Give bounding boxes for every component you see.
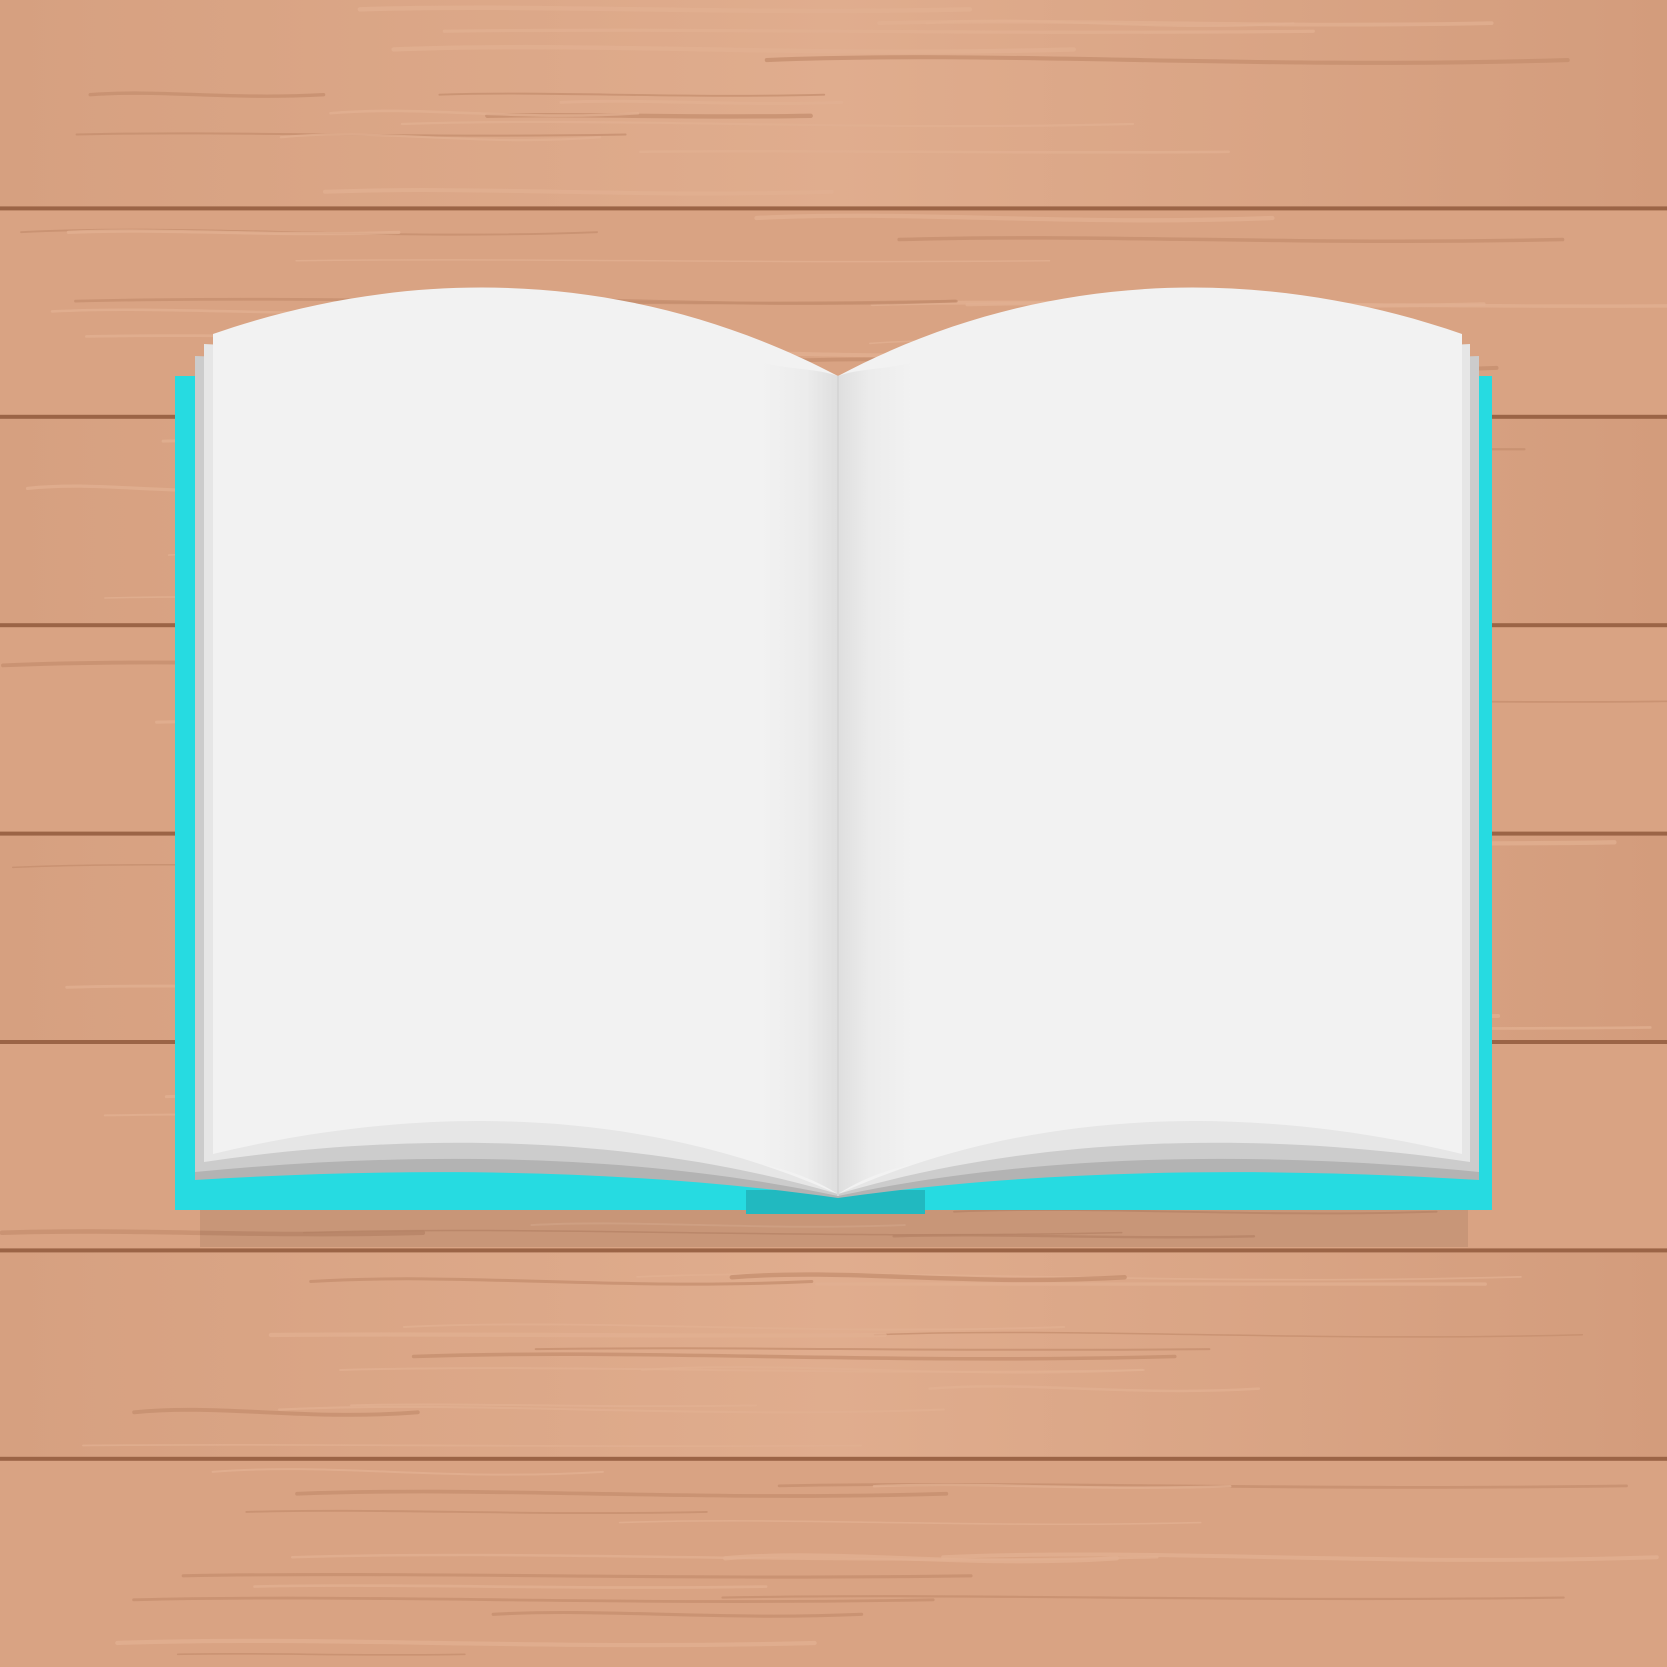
right-page-stack <box>838 287 1479 1198</box>
wood-plank <box>0 1250 1667 1459</box>
plank-seam <box>0 206 1667 211</box>
scene <box>0 0 1667 1667</box>
wood-grain-line <box>815 1281 1487 1287</box>
open-book <box>175 287 1492 1214</box>
left-page-stack <box>195 287 838 1198</box>
left-page-gutter <box>760 362 838 1194</box>
plank-seam <box>0 1248 1667 1253</box>
wood-plank <box>0 1458 1667 1667</box>
plank-seam <box>0 1456 1667 1461</box>
right-page-gutter <box>838 362 914 1194</box>
wood-grain-line <box>639 149 1230 154</box>
wood-grain-line <box>442 28 1315 34</box>
wood-grain-line <box>268 1332 887 1338</box>
scene-svg <box>0 0 1667 1667</box>
